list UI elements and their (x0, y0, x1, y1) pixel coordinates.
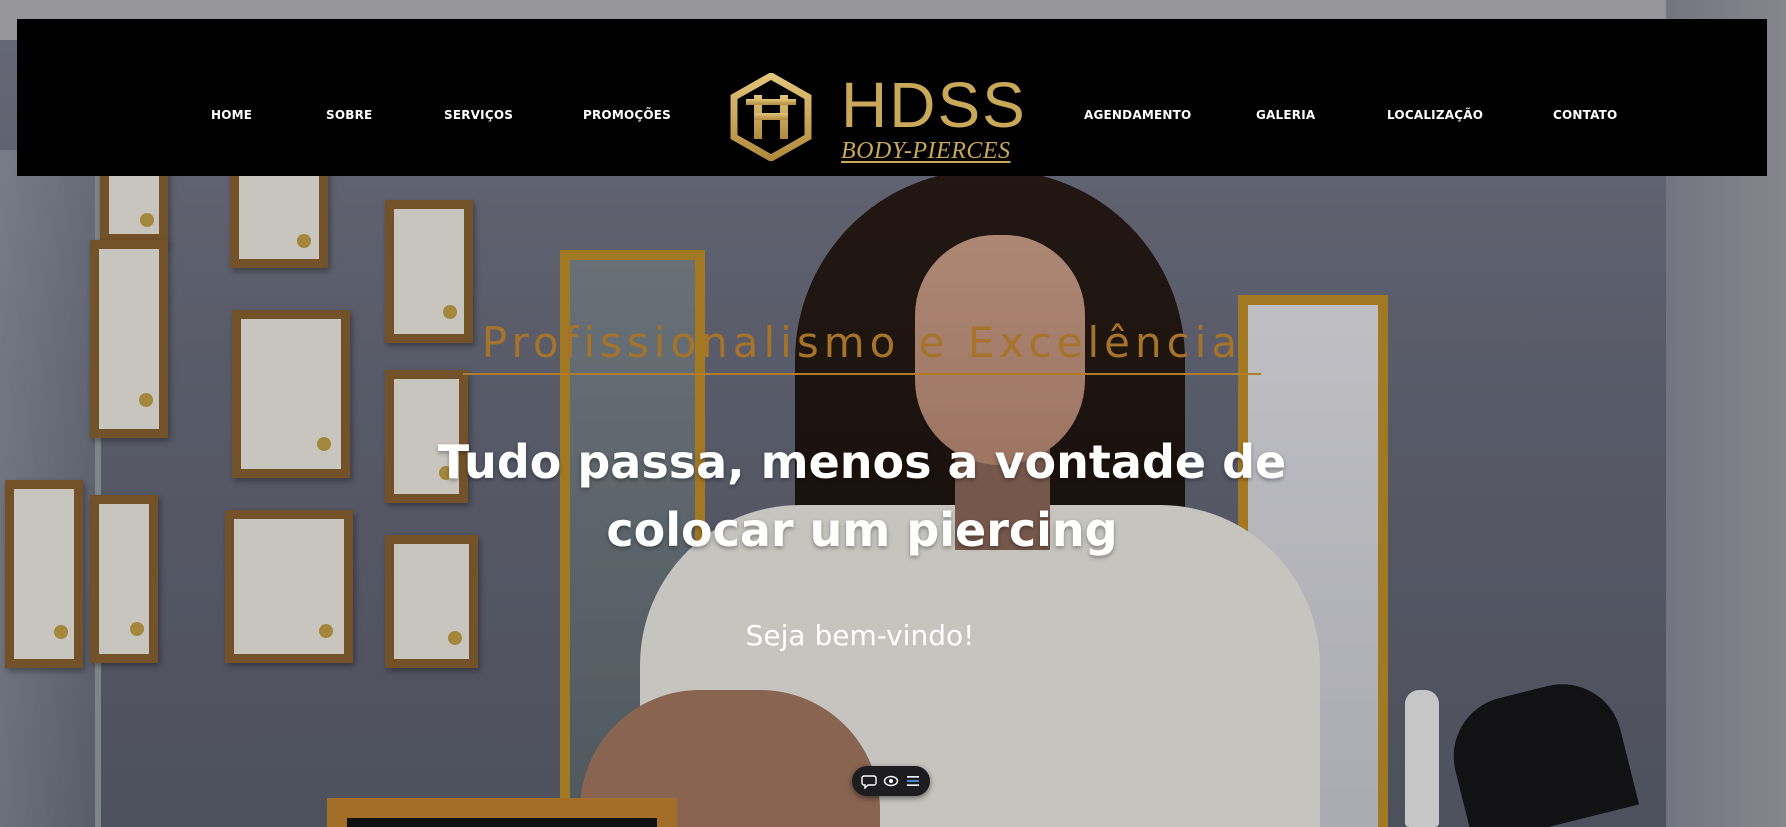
bottom-card-inner (347, 818, 657, 827)
floating-toolbar (852, 766, 930, 796)
nav-sobre[interactable]: SOBRE (326, 108, 372, 122)
nav-galeria[interactable]: GALERIA (1256, 108, 1315, 122)
hero-kicker: Profissionalismo e Excelência (481, 318, 1243, 367)
hexagon-h-monogram-icon (730, 73, 812, 161)
menu-list-icon[interactable] (905, 773, 921, 789)
logo-subtitle: BODY-PIERCES (841, 138, 1011, 164)
nav-servicos[interactable]: SERVIÇOS (444, 108, 513, 122)
hero-title: Tudo passa, menos a vontade de colocar u… (430, 428, 1294, 564)
hero-title-line-1: Tudo passa, menos a vontade de (437, 435, 1287, 489)
bottom-card (327, 798, 677, 827)
chat-bubble-icon[interactable] (861, 773, 877, 789)
eye-icon[interactable] (883, 773, 899, 789)
hero-divider (463, 373, 1261, 375)
nav-agendamento[interactable]: AGENDAMENTO (1084, 108, 1191, 122)
hero-title-line-2: colocar um piercing (606, 503, 1118, 557)
site-logo[interactable]: HDSS BODY-PIERCES (712, 53, 1025, 168)
nav-contato[interactable]: CONTATO (1553, 108, 1617, 122)
hero-welcome: Seja bem-vindo! (745, 619, 975, 652)
nav-localizacao[interactable]: LOCALIZAÇÃO (1387, 108, 1483, 122)
logo-title: HDSS (841, 69, 1027, 141)
nav-home[interactable]: HOME (211, 108, 252, 122)
nav-promocoes[interactable]: PROMOÇÕES (583, 108, 671, 122)
site-header: HOME SOBRE SERVIÇOS PROMOÇÕES HDSS BODY-… (17, 19, 1767, 176)
